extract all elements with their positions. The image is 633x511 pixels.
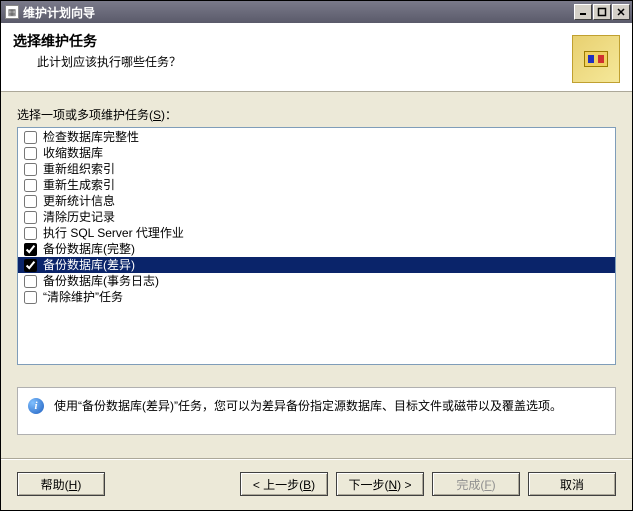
window-controls <box>574 4 630 20</box>
wizard-header-icon <box>572 35 620 83</box>
task-checkbox[interactable] <box>24 211 37 224</box>
task-checkbox[interactable] <box>24 275 37 288</box>
wizard-window: ▦ 维护计划向导 选择维护任务 此计划应该执行哪些任务？ 选择一项或多项维护任务… <box>0 0 633 511</box>
task-label: 收缩数据库 <box>43 146 103 160</box>
header-subtitle: 此计划应该执行哪些任务？ <box>13 53 572 70</box>
task-row[interactable]: 备份数据库(完整) <box>18 241 615 257</box>
task-checkbox[interactable] <box>24 259 37 272</box>
next-button[interactable]: 下一步(N) > <box>336 472 424 496</box>
task-row[interactable]: 执行 SQL Server 代理作业 <box>18 225 615 241</box>
task-label: “清除维护”任务 <box>43 290 123 304</box>
help-button[interactable]: 帮助(H) <box>17 472 105 496</box>
task-row[interactable]: 更新统计信息 <box>18 193 615 209</box>
task-label: 执行 SQL Server 代理作业 <box>43 226 184 240</box>
task-label: 备份数据库(差异) <box>43 258 135 272</box>
minimize-icon <box>578 7 588 17</box>
task-label: 重新生成索引 <box>43 178 115 192</box>
task-row[interactable]: 备份数据库(差异) <box>18 257 615 273</box>
task-checkbox[interactable] <box>24 131 37 144</box>
task-checkbox[interactable] <box>24 163 37 176</box>
task-label: 备份数据库(完整) <box>43 242 135 256</box>
close-icon <box>616 7 626 17</box>
task-row[interactable]: 清除历史记录 <box>18 209 615 225</box>
task-list[interactable]: 检查数据库完整性收缩数据库重新组织索引重新生成索引更新统计信息清除历史记录执行 … <box>17 127 616 365</box>
back-button[interactable]: < 上一步(B) <box>240 472 328 496</box>
task-row[interactable]: 重新组织索引 <box>18 161 615 177</box>
task-label: 重新组织索引 <box>43 162 115 176</box>
window-title: 维护计划向导 <box>23 4 574 21</box>
info-icon: i <box>28 398 44 414</box>
task-checkbox[interactable] <box>24 147 37 160</box>
task-checkbox[interactable] <box>24 291 37 304</box>
titlebar: ▦ 维护计划向导 <box>1 1 632 23</box>
task-checkbox[interactable] <box>24 243 37 256</box>
task-row[interactable]: 收缩数据库 <box>18 145 615 161</box>
header-panel: 选择维护任务 此计划应该执行哪些任务？ <box>1 23 632 92</box>
button-bar: 帮助(H) < 上一步(B) 下一步(N) > 完成(F) 取消 <box>1 460 632 510</box>
task-checkbox[interactable] <box>24 179 37 192</box>
cancel-button[interactable]: 取消 <box>528 472 616 496</box>
task-label: 备份数据库(事务日志) <box>43 274 159 288</box>
task-row[interactable]: 备份数据库(事务日志) <box>18 273 615 289</box>
header-text: 选择维护任务 此计划应该执行哪些任务？ <box>13 31 572 70</box>
task-list-label: 选择一项或多项维护任务(S)： <box>17 106 616 123</box>
task-checkbox[interactable] <box>24 227 37 240</box>
finish-button: 完成(F) <box>432 472 520 496</box>
task-row[interactable]: “清除维护”任务 <box>18 289 615 305</box>
task-row[interactable]: 重新生成索引 <box>18 177 615 193</box>
task-label: 清除历史记录 <box>43 210 115 224</box>
maximize-icon <box>597 7 607 17</box>
minimize-button[interactable] <box>574 4 592 20</box>
task-checkbox[interactable] <box>24 195 37 208</box>
task-label: 检查数据库完整性 <box>43 130 139 144</box>
body-panel: 选择一项或多项维护任务(S)： 检查数据库完整性收缩数据库重新组织索引重新生成索… <box>1 92 632 458</box>
task-description-text: 使用“备份数据库(差异)”任务，您可以为差异备份指定源数据库、目标文件或磁带以及… <box>54 398 605 414</box>
close-button[interactable] <box>612 4 630 20</box>
app-icon: ▦ <box>5 5 19 19</box>
header-title: 选择维护任务 <box>13 31 572 51</box>
task-label: 更新统计信息 <box>43 194 115 208</box>
task-row[interactable]: 检查数据库完整性 <box>18 129 615 145</box>
maximize-button[interactable] <box>593 4 611 20</box>
task-description-box: i 使用“备份数据库(差异)”任务，您可以为差异备份指定源数据库、目标文件或磁带… <box>17 387 616 435</box>
